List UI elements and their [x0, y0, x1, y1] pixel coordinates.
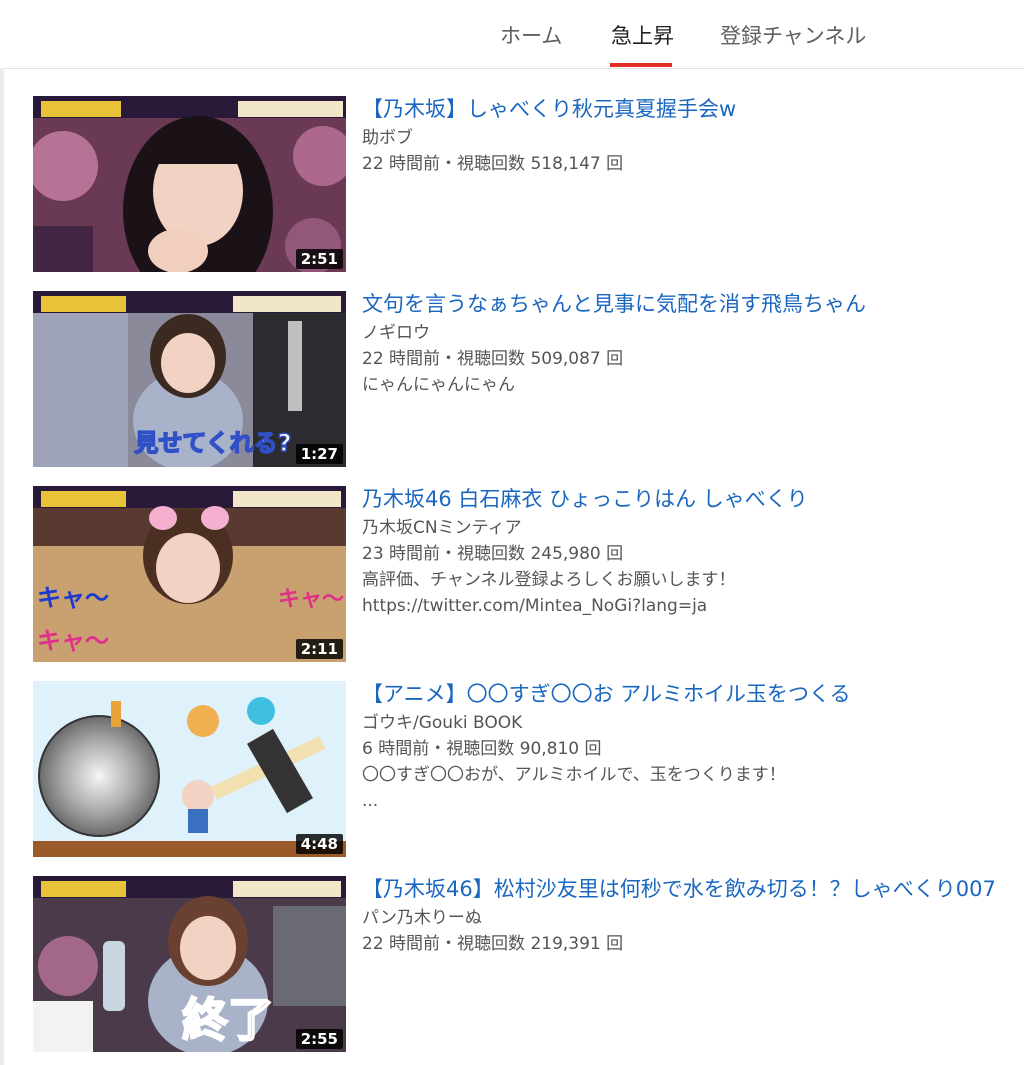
channel-name[interactable]: ゴウキ/Gouki BOOK [362, 710, 1024, 736]
video-title[interactable]: 【乃木坂46】松村沙友里は何秒で水を飲み切る！？しゃべくり007 [362, 874, 1024, 904]
video-info: 乃木坂46 白石麻衣 ひょっこりはん しゃべくり 乃木坂CNミンティア 23 時… [362, 484, 1024, 619]
video-info: 【アニメ】〇〇すぎ〇〇お アルミホイル玉をつくる ゴウキ/Gouki BOOK … [362, 679, 1024, 814]
thumbnail-caption: 見せてくれる? [134, 429, 291, 457]
video-item[interactable]: 見せてくれる? 1:27 文句を言うなぁちゃんと見事に気配を消す飛鳥ちゃん ノギ… [0, 263, 1024, 467]
thumbnail-image: 見せてくれる? [33, 291, 346, 467]
thumbnail-image: 終了 [33, 876, 346, 1052]
video-thumbnail[interactable]: 4:48 [33, 681, 346, 857]
top-tab-bar: ホーム 急上昇 登録チャンネル [0, 0, 1024, 69]
channel-name[interactable]: ノギロウ [362, 320, 1024, 346]
video-title[interactable]: 文句を言うなぁちゃんと見事に気配を消す飛鳥ちゃん [362, 289, 1024, 319]
video-thumbnail[interactable]: キャ〜 キャ〜 キャ〜 2:11 [33, 486, 346, 662]
video-info: 【乃木坂】しゃべくり秋元真夏握手会w 助ボブ 22 時間前・視聴回数 518,1… [362, 94, 1024, 177]
video-item[interactable]: 2:51 【乃木坂】しゃべくり秋元真夏握手会w 助ボブ 22 時間前・視聴回数 … [0, 68, 1024, 272]
channel-name[interactable]: パン乃木りーぬ [362, 905, 1024, 931]
video-item[interactable]: 4:48 【アニメ】〇〇すぎ〇〇お アルミホイル玉をつくる ゴウキ/Gouki … [0, 653, 1024, 857]
channel-name[interactable]: 乃木坂CNミンティア [362, 515, 1024, 541]
video-meta: 23 時間前・視聴回数 245,980 回 [362, 544, 624, 564]
video-title[interactable]: 【乃木坂】しゃべくり秋元真夏握手会w [362, 94, 1024, 124]
video-list: 2:51 【乃木坂】しゃべくり秋元真夏握手会w 助ボブ 22 時間前・視聴回数 … [0, 68, 1024, 1065]
thumbnail-caption: キャ〜 [37, 627, 109, 655]
video-item[interactable]: 終了 2:55 【乃木坂46】松村沙友里は何秒で水を飲み切る！？しゃべくり007… [0, 848, 1024, 1052]
video-info: 【乃木坂46】松村沙友里は何秒で水を飲み切る！？しゃべくり007 パン乃木りーぬ… [362, 874, 1024, 957]
thumbnail-image [33, 681, 346, 857]
video-description: にゃんにゃんにゃん [362, 375, 515, 395]
thumbnail-image: キャ〜 キャ〜 キャ〜 [33, 486, 346, 662]
channel-name[interactable]: 助ボブ [362, 125, 1024, 151]
tab-home[interactable]: ホーム [500, 20, 562, 50]
thumbnail-image [33, 96, 346, 272]
video-meta: 6 時間前・視聴回数 90,810 回 [362, 739, 602, 759]
description-link[interactable]: https://twitter.com/Mintea_NoGi?lang=ja [362, 593, 1024, 619]
video-info: 文句を言うなぁちゃんと見事に気配を消す飛鳥ちゃん ノギロウ 22 時間前・視聴回… [362, 289, 1024, 398]
tab-subscriptions[interactable]: 登録チャンネル [720, 20, 866, 50]
video-meta: 22 時間前・視聴回数 509,087 回 [362, 349, 624, 369]
video-meta: 22 時間前・視聴回数 219,391 回 [362, 934, 624, 954]
thumbnail-caption: 終了 [182, 993, 274, 1047]
video-duration: 2:55 [295, 1029, 343, 1049]
video-thumbnail[interactable]: 2:51 [33, 96, 346, 272]
video-meta: 22 時間前・視聴回数 518,147 回 [362, 154, 624, 174]
tab-trending[interactable]: 急上昇 [611, 20, 674, 50]
video-thumbnail[interactable]: 終了 2:55 [33, 876, 346, 1052]
video-description: 高評価、チャンネル登録よろしくお願いします！ https://twitter.c… [362, 567, 1024, 619]
active-tab-indicator [610, 63, 672, 67]
thumbnail-caption: キャ〜 [37, 584, 109, 612]
video-title[interactable]: 乃木坂46 白石麻衣 ひょっこりはん しゃべくり [362, 484, 1024, 514]
video-thumbnail[interactable]: 見せてくれる? 1:27 [33, 291, 346, 467]
video-title[interactable]: 【アニメ】〇〇すぎ〇〇お アルミホイル玉をつくる [362, 679, 1024, 709]
video-item[interactable]: キャ〜 キャ〜 キャ〜 2:11 乃木坂46 白石麻衣 ひょっこりはん しゃべく… [0, 458, 1024, 662]
thumbnail-caption: キャ〜 [278, 587, 344, 612]
video-description: 〇〇すぎ〇〇おが、アルミホイルで、玉をつくります！ ... [362, 765, 786, 811]
